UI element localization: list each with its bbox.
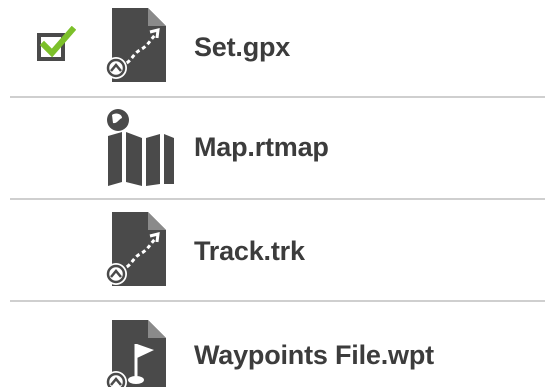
- checkbox-checked-icon[interactable]: [36, 25, 77, 62]
- gpx-track-file-icon: [100, 6, 180, 86]
- file-name: Map.rtmap: [194, 132, 329, 162]
- file-list: Set.gpx Map.rtmap Track.trk Waypoints Fi…: [0, 0, 545, 387]
- map-file-icon: [100, 106, 180, 186]
- file-row-track-trk[interactable]: Track.trk: [0, 200, 545, 296]
- file-row-waypoints-wpt[interactable]: Waypoints File.wpt: [0, 302, 545, 387]
- file-row-map-rtmap[interactable]: Map.rtmap: [0, 98, 545, 194]
- track-file-icon: [100, 210, 180, 290]
- waypoint-file-icon: [100, 318, 180, 387]
- file-name: Waypoints File.wpt: [194, 340, 434, 370]
- file-row-set-gpx[interactable]: Set.gpx: [0, 0, 545, 96]
- file-name: Set.gpx: [194, 32, 291, 62]
- file-name: Track.trk: [194, 236, 305, 266]
